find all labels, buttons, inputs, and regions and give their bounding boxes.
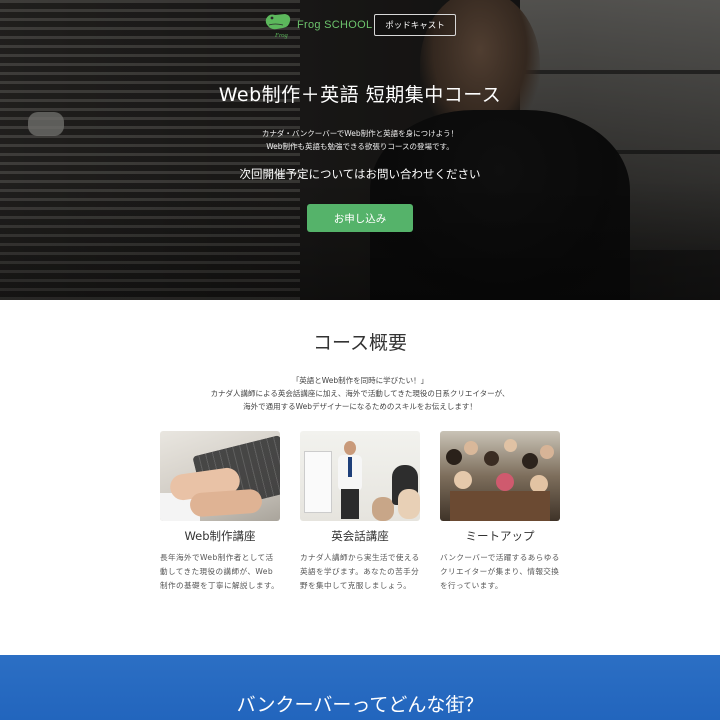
apply-button[interactable]: お申し込み	[307, 204, 413, 232]
course-card-english: 英会話講座 カナダ人講師から実生活で使える英語を学びます。あなたの苦手分野を集中…	[300, 431, 420, 593]
hero-subtitle-line: カナダ・バンクーバーでWeb制作と英語を身につけよう！	[261, 129, 459, 138]
logo-text: Frog SCHOOL	[297, 19, 373, 31]
card-text: 長年海外でWeb制作者として活動してきた現役の講師が、Web制作の基礎を丁寧に解…	[160, 553, 280, 590]
card-title: 英会話講座	[331, 529, 389, 543]
hero-section: Frog Frog SCHOOL ポッドキャスト Web制作＋英語 短期集中コー…	[0, 0, 720, 300]
podcast-button[interactable]: ポッドキャスト	[374, 14, 456, 36]
overview-title: コース概要	[312, 332, 408, 354]
laptop-photo	[160, 431, 280, 521]
svg-text:Frog: Frog	[274, 32, 289, 39]
meetup-photo	[440, 431, 560, 521]
card-text: バンクーバーで活躍するあらゆるクリエイターが集まり、情報交換を行っています。	[440, 553, 560, 590]
course-card-web: Web制作講座 長年海外でWeb制作者として活動してきた現役の講師が、Web制作…	[160, 431, 280, 593]
course-card-meetup: ミートアップ バンクーバーで活躍するあらゆるクリエイターが集まり、情報交換を行っ…	[440, 431, 560, 593]
classroom-photo	[300, 431, 420, 521]
card-text: カナダ人講師から実生活で使える英語を学びます。あなたの苦手分野を集中して克服しま…	[300, 553, 420, 590]
overview-intro-line: 「英語とWeb制作を同時に学びたい！」	[291, 376, 429, 385]
hero-subtitle-line: Web制作も英語も勉強できる欲張りコースの登場です。	[266, 142, 454, 151]
vancouver-title: バンクーバーってどんな街？	[236, 694, 484, 716]
card-title: ミートアップ	[465, 529, 535, 543]
site-logo[interactable]: Frog Frog SCHOOL	[263, 11, 372, 39]
hero-title: Web制作＋英語 短期集中コース	[218, 84, 502, 106]
hero-notice: 次回開催予定についてはお問い合わせください	[239, 167, 481, 181]
card-title: Web制作講座	[184, 529, 256, 543]
overview-intro-line: 海外で通用するWebデザイナーになるためのスキルをお伝えします！	[243, 402, 477, 411]
hero-overlay	[0, 180, 720, 300]
frog-logo-icon: Frog	[265, 14, 291, 39]
overview-intro-line: カナダ人講師による英会話講座に加え、海外で活動してきた現役の日系クリエイターが、	[210, 389, 510, 398]
